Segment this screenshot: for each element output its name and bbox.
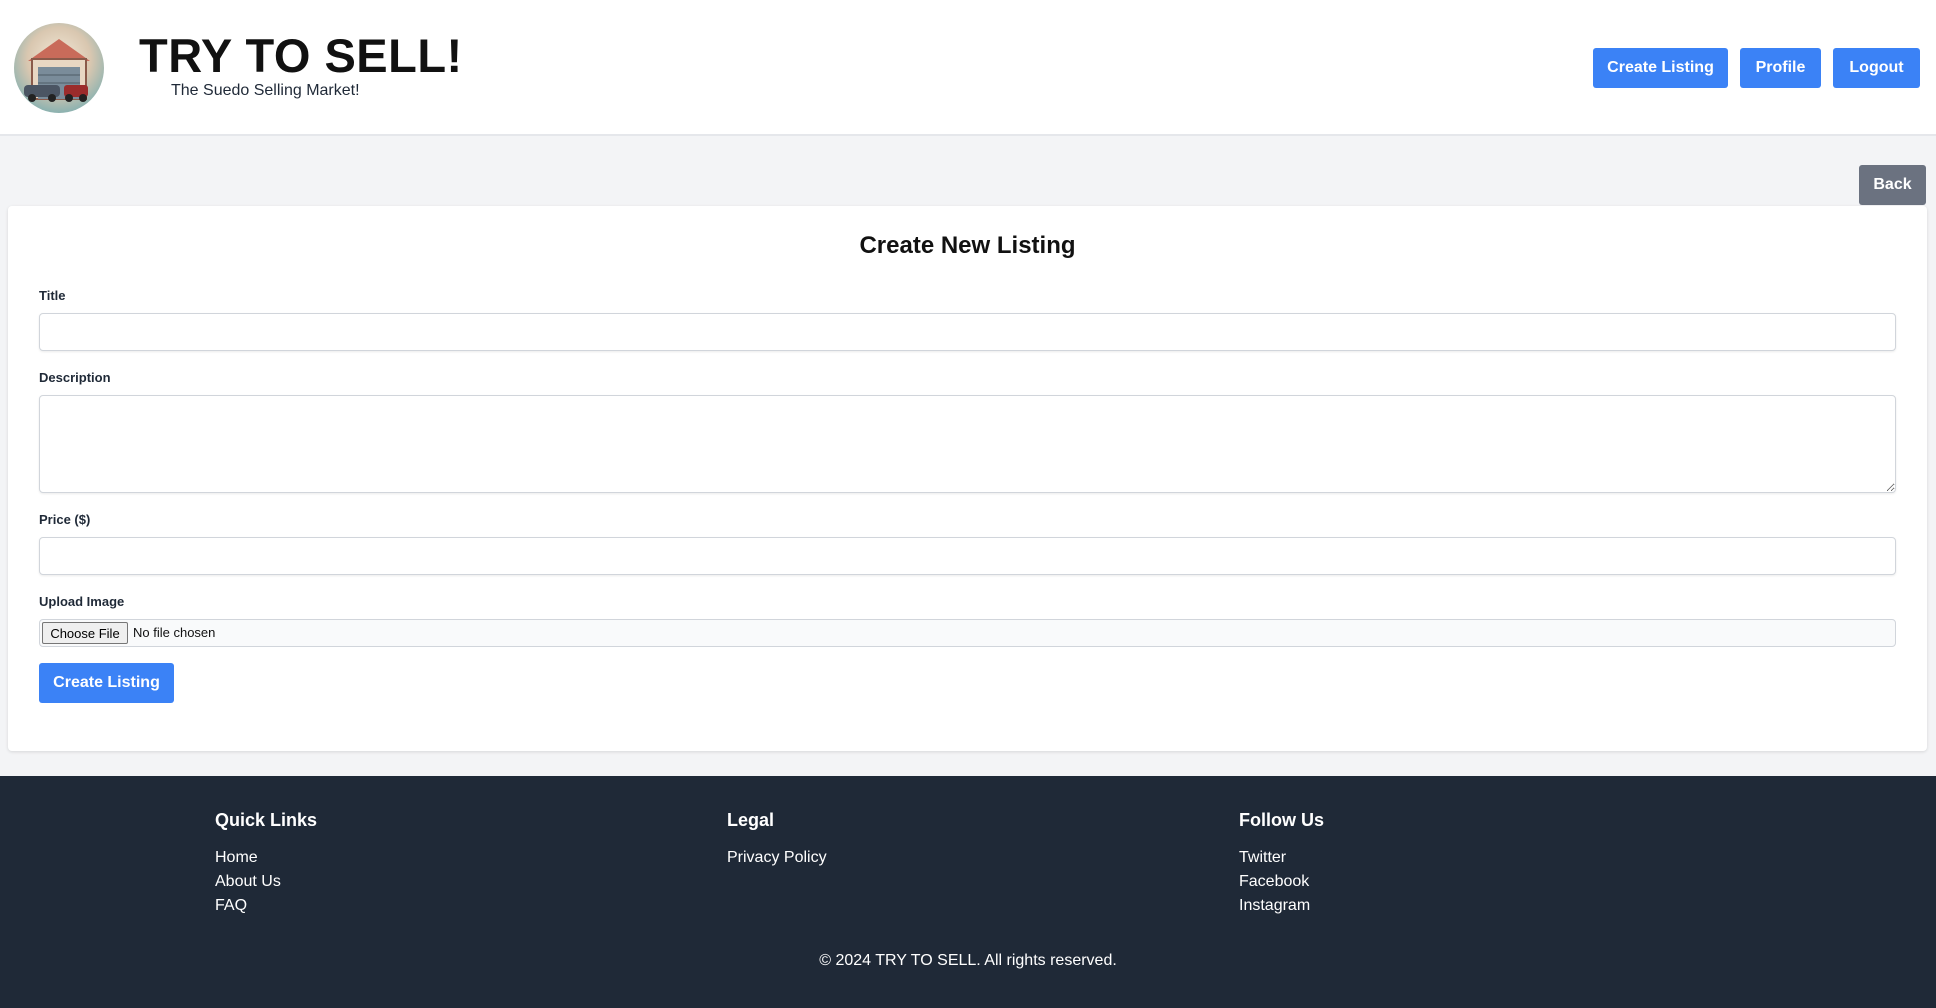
description-textarea[interactable] [39,395,1896,493]
site-tagline: The Suedo Selling Market! [171,82,360,99]
title-label: Title [39,288,66,303]
copyright-text: © 2024 TRY TO SELL. All rights reserved. [819,952,1117,969]
footer-follow-us: Follow Us Twitter Facebook Instagram [1239,810,1324,918]
price-input[interactable] [39,537,1896,575]
description-label: Description [39,370,111,385]
logo[interactable] [14,23,104,113]
upload-image-label: Upload Image [39,594,125,609]
site-footer: Quick Links Home About Us FAQ Legal Priv… [0,776,1936,1008]
quick-links-heading: Quick Links [215,810,318,830]
footer-legal: Legal Privacy Policy [727,810,827,870]
site-header: TRY TO SELL! The Suedo Selling Market! C… [0,0,1936,136]
create-listing-submit-button[interactable]: Create Listing [39,663,174,703]
footer-link-home[interactable]: Home [215,846,317,870]
footer-link-privacy[interactable]: Privacy Policy [727,846,827,870]
profile-nav-button[interactable]: Profile [1740,48,1821,88]
price-label: Price ($) [39,512,91,527]
footer-link-facebook[interactable]: Facebook [1239,870,1324,894]
form-heading: Create New Listing [859,232,1076,259]
garage-illustration-icon [24,39,90,102]
choose-file-button[interactable]: Choose File [42,622,128,644]
logout-nav-button[interactable]: Logout [1833,48,1920,88]
back-button[interactable]: Back [1859,165,1926,205]
footer-link-instagram[interactable]: Instagram [1239,894,1324,918]
image-file-input[interactable]: Choose File No file chosen [39,619,1896,647]
footer-link-about[interactable]: About Us [215,870,317,894]
create-listing-nav-button[interactable]: Create Listing [1593,48,1728,88]
file-status-text: No file chosen [133,625,216,640]
footer-quick-links: Quick Links Home About Us FAQ [215,810,317,918]
create-listing-card: Create New Listing Title Description Pri… [8,206,1927,751]
legal-heading: Legal [727,810,775,830]
title-input[interactable] [39,313,1896,351]
follow-heading: Follow Us [1239,810,1324,830]
footer-link-faq[interactable]: FAQ [215,894,317,918]
footer-link-twitter[interactable]: Twitter [1239,846,1324,870]
site-title: TRY TO SELL! [139,29,463,82]
